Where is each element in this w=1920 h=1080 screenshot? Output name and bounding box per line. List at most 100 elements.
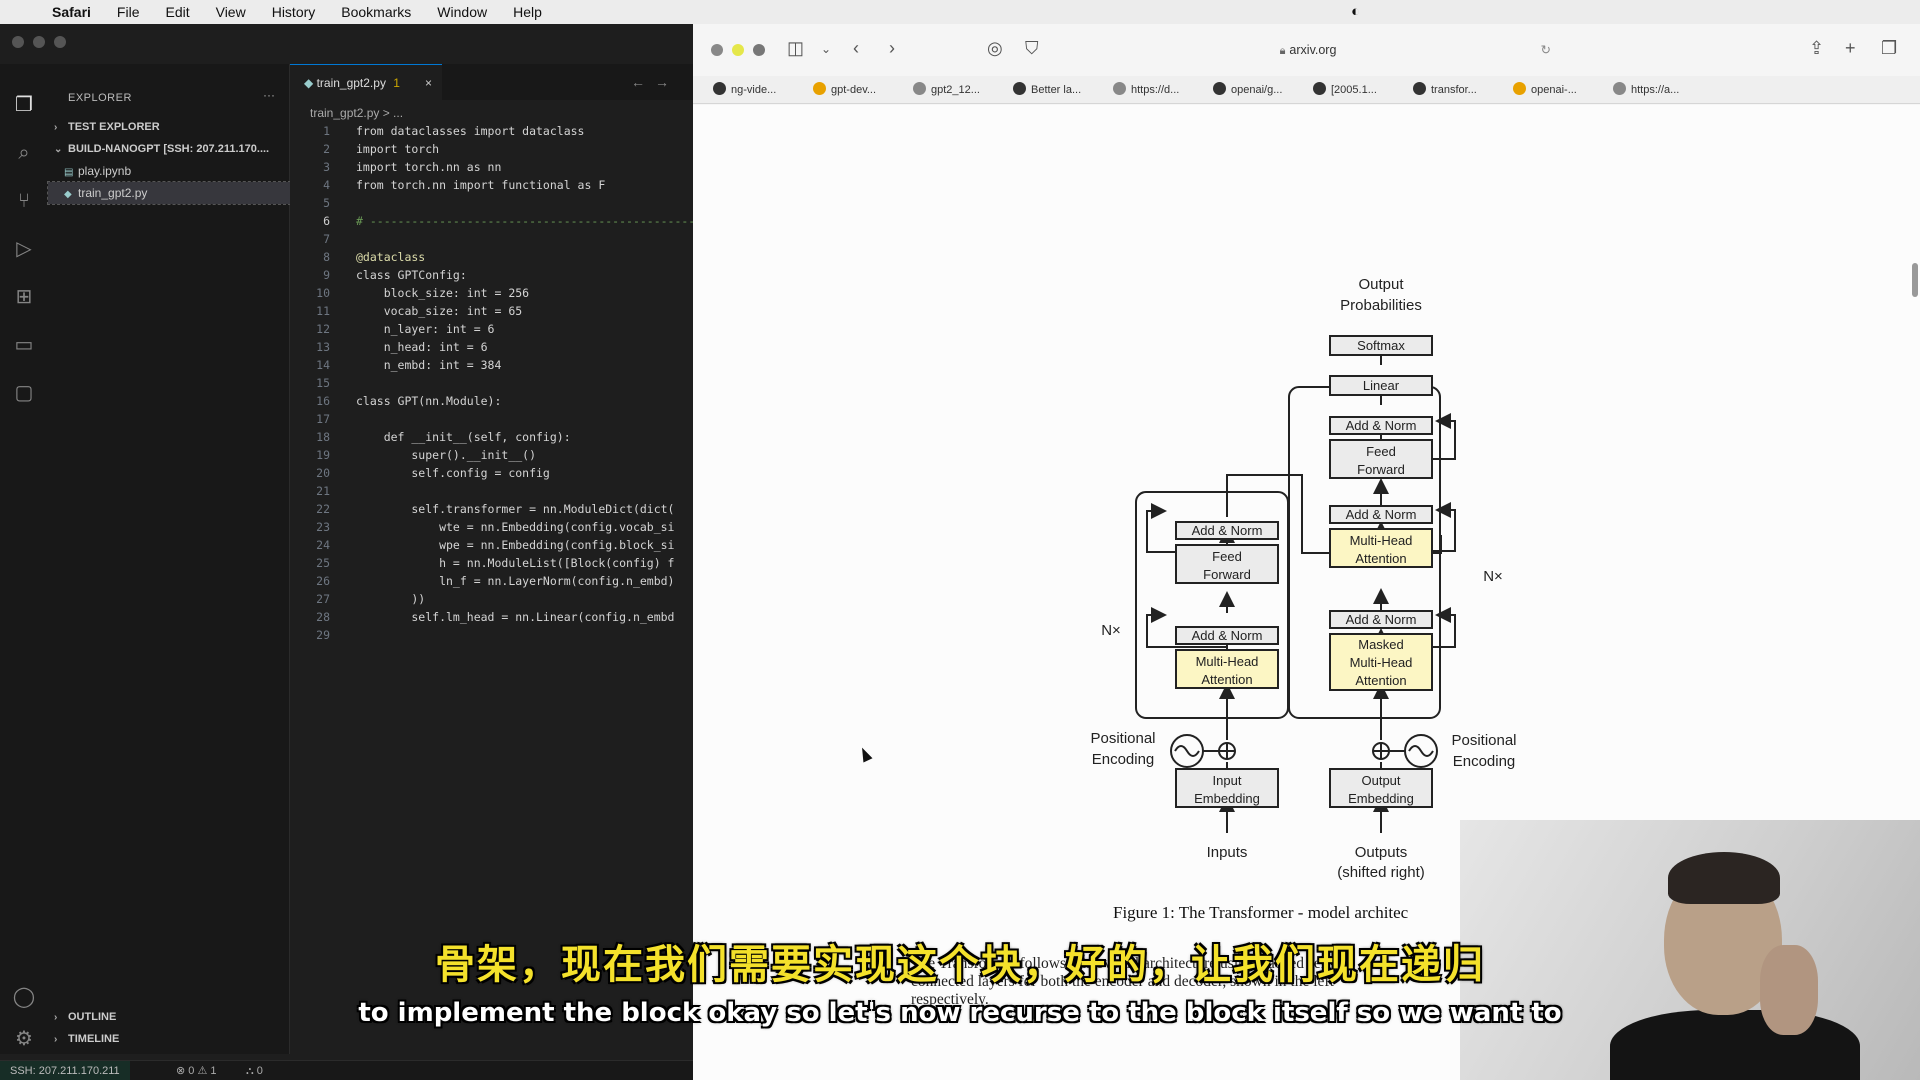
output-embedding-label: Output xyxy=(1361,773,1400,788)
favorite-item[interactable]: transfor... xyxy=(1413,82,1477,96)
close-window-button[interactable] xyxy=(711,44,723,56)
source-control-icon[interactable]: ⑂ xyxy=(11,188,37,214)
code-line[interactable]: 11 vocab_size: int = 65 xyxy=(290,302,693,320)
remote-explorer-icon[interactable]: ▭ xyxy=(11,332,37,358)
code-line[interactable]: 2 import torch xyxy=(290,140,693,158)
favorite-item[interactable]: gpt-dev... xyxy=(813,82,876,96)
code-line[interactable]: 3 import torch.nn as nn xyxy=(290,158,693,176)
code-line[interactable]: 7 xyxy=(290,230,693,248)
code-line[interactable]: 28 self.lm_head = nn.Linear(config.n_emb… xyxy=(290,608,693,626)
line-number: 18 xyxy=(316,430,330,444)
explorer-icon[interactable]: ❐ xyxy=(11,92,37,118)
code-line[interactable]: 10 block_size: int = 256 xyxy=(290,284,693,302)
code-area[interactable]: 1 from dataclasses import dataclass 2 impor… xyxy=(290,122,693,644)
close-tab-icon[interactable]: × xyxy=(425,65,432,101)
code-line[interactable]: 5 xyxy=(290,194,693,212)
menu-app-safari[interactable]: Safari xyxy=(26,4,104,20)
privacy-report-icon[interactable]: ◎ xyxy=(987,38,1003,59)
zoom-window-button[interactable] xyxy=(54,36,66,48)
file-item-play-ipynb[interactable]: ▤ play.ipynb xyxy=(48,160,290,182)
code-line[interactable]: 29 xyxy=(290,626,693,644)
code-line[interactable]: 18 def __init__(self, config): xyxy=(290,428,693,446)
chevron-down-icon[interactable]: ⌄ xyxy=(821,42,831,56)
minimize-window-button[interactable] xyxy=(33,36,45,48)
favorite-label: gpt2_12... xyxy=(931,84,980,96)
timeline-section[interactable]: › TIMELINE xyxy=(48,1028,290,1050)
forward-icon[interactable]: › xyxy=(889,38,895,59)
code-text: self.lm_head = nn.Linear(config.n_embd xyxy=(356,610,675,624)
code-line[interactable]: 26 ln_f = nn.LayerNorm(config.n_embd) xyxy=(290,572,693,590)
tab-train-gpt2[interactable]: ◆ train_gpt2.py 1 × xyxy=(290,64,442,100)
code-line[interactable]: 20 self.config = config xyxy=(290,464,693,482)
back-icon[interactable]: ‹ xyxy=(853,38,859,59)
workspace-section[interactable]: ⌄ BUILD-NANOGPT [SSH: 207.211.170.... xyxy=(48,138,290,160)
more-actions-icon[interactable]: ··· xyxy=(263,88,275,102)
menu-help[interactable]: Help xyxy=(500,4,555,20)
remote-indicator[interactable]: SSH: 207.211.170.211 xyxy=(0,1061,130,1080)
favorite-item[interactable]: ng-vide... xyxy=(713,82,776,96)
favorite-item[interactable]: [2005.1... xyxy=(1313,82,1377,96)
share-icon[interactable]: ⇪ xyxy=(1809,38,1824,59)
code-line[interactable]: 6 # -------------------------------------… xyxy=(290,212,693,230)
code-line[interactable]: 25 h = nn.ModuleList([Block(config) f xyxy=(290,554,693,572)
code-line[interactable]: 15 xyxy=(290,374,693,392)
code-line[interactable]: 27 )) xyxy=(290,590,693,608)
code-line[interactable]: 23 wte = nn.Embedding(config.vocab_si xyxy=(290,518,693,536)
code-line[interactable]: 21 xyxy=(290,482,693,500)
safari-toolbar: ◫ ⌄ ‹ › ◎ ⛉ 🔒︎ arxiv.org ↻ ⇪ + ❐ xyxy=(693,24,1920,76)
shield-icon[interactable]: ⛉ xyxy=(1025,38,1039,59)
file-item-train-gpt2[interactable]: ◆ train_gpt2.py xyxy=(47,181,291,205)
ports-indicator[interactable]: ⛬ 0 xyxy=(246,1061,263,1080)
minimize-window-button[interactable] xyxy=(732,44,744,56)
test-explorer-section[interactable]: › TEST EXPLORER xyxy=(48,116,290,138)
favorite-item[interactable]: https://a... xyxy=(1613,82,1679,96)
control-center-icon[interactable]: ◐ xyxy=(1351,3,1360,20)
code-line[interactable]: 13 n_head: int = 6 xyxy=(290,338,693,356)
tab-overview-icon[interactable]: ❐ xyxy=(1881,38,1897,59)
menu-edit[interactable]: Edit xyxy=(152,4,202,20)
favorite-item[interactable]: openai-... xyxy=(1513,82,1577,96)
url-text: arxiv.org xyxy=(1289,43,1337,57)
address-bar[interactable]: 🔒︎ arxiv.org ↻ xyxy=(1065,37,1551,63)
menu-window[interactable]: Window xyxy=(424,4,500,20)
code-line[interactable]: 22 self.transformer = nn.ModuleDict(dict… xyxy=(290,500,693,518)
code-line[interactable]: 14 n_embd: int = 384 xyxy=(290,356,693,374)
menu-history[interactable]: History xyxy=(259,4,329,20)
sidebar-toggle-icon[interactable]: ◫ xyxy=(787,38,804,59)
code-line[interactable]: 1 from dataclasses import dataclass xyxy=(290,122,693,140)
run-debug-icon[interactable]: ▷ xyxy=(11,236,37,262)
page-scrollbar[interactable] xyxy=(1912,263,1918,297)
menu-view[interactable]: View xyxy=(203,4,259,20)
menu-bookmarks[interactable]: Bookmarks xyxy=(328,4,424,20)
problems-indicator[interactable]: ⊗ 0 ⚠ 1 xyxy=(176,1061,216,1080)
back-arrow-icon[interactable]: ← xyxy=(631,74,655,90)
favorite-item[interactable]: Better la... xyxy=(1013,82,1081,96)
code-line[interactable]: 16 class GPT(nn.Module): xyxy=(290,392,693,410)
favorite-item[interactable]: openai/g... xyxy=(1213,82,1282,96)
favorite-item[interactable]: gpt2_12... xyxy=(913,82,980,96)
code-line[interactable]: 19 super().__init__() xyxy=(290,446,693,464)
code-line[interactable]: 9 class GPTConfig: xyxy=(290,266,693,284)
positional-encoding-label: Encoding xyxy=(1453,753,1516,770)
decoder-nx-label: N× xyxy=(1483,568,1503,585)
extensions-icon[interactable]: ⊞ xyxy=(11,284,37,310)
code-line[interactable]: 12 n_layer: int = 6 xyxy=(290,320,693,338)
favorite-item[interactable]: https://d... xyxy=(1113,82,1179,96)
forward-arrow-icon[interactable]: → xyxy=(655,74,679,90)
chat-icon[interactable]: ▢ xyxy=(11,380,37,406)
code-text: wpe = nn.Embedding(config.block_si xyxy=(356,538,675,552)
code-line[interactable]: 8 @dataclass xyxy=(290,248,693,266)
code-line[interactable]: 17 xyxy=(290,410,693,428)
new-tab-icon[interactable]: + xyxy=(1845,38,1856,59)
activity-bar: ❐ ⌕ ⑂ ▷ ⊞ ▭ ▢ ◯ ⚙ xyxy=(0,64,48,1054)
search-icon[interactable]: ⌕ xyxy=(11,140,37,166)
code-line[interactable]: 4 from torch.nn import functional as F xyxy=(290,176,693,194)
zoom-window-button[interactable] xyxy=(753,44,765,56)
menu-file[interactable]: File xyxy=(104,4,153,20)
code-text: h = nn.ModuleList([Block(config) f xyxy=(356,556,675,570)
settings-gear-icon[interactable]: ⚙ xyxy=(11,1026,37,1052)
code-line[interactable]: 24 wpe = nn.Embedding(config.block_si xyxy=(290,536,693,554)
close-window-button[interactable] xyxy=(12,36,24,48)
breadcrumb[interactable]: train_gpt2.py > ... xyxy=(310,106,403,120)
reload-icon[interactable]: ↻ xyxy=(1541,37,1551,63)
